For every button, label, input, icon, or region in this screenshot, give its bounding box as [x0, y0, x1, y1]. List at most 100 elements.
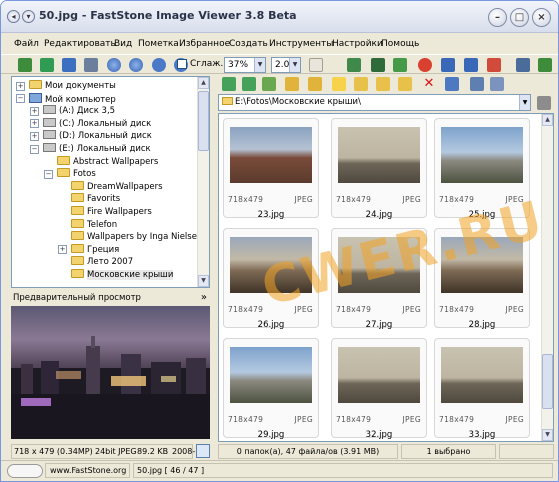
- collapse-icon[interactable]: −: [30, 144, 39, 154]
- menu-settings[interactable]: Настройки: [332, 39, 383, 49]
- tree-item[interactable]: Лето 2007: [71, 256, 133, 268]
- select-all-icon[interactable]: [445, 77, 459, 91]
- thumbnail[interactable]: 718x479 JPEG: [331, 118, 427, 218]
- browse-icon[interactable]: [40, 58, 54, 72]
- scroll-thumb[interactable]: [542, 354, 553, 409]
- collapse-icon[interactable]: »: [201, 291, 207, 305]
- copy-to-icon[interactable]: [354, 77, 368, 91]
- expand-icon[interactable]: +: [58, 245, 67, 255]
- tree-item[interactable]: Fire Wallpapers: [71, 206, 152, 218]
- chevron-down-icon[interactable]: ▼: [519, 95, 530, 110]
- favorite-icon[interactable]: [332, 77, 346, 91]
- layout-icon[interactable]: [516, 58, 530, 72]
- tree-item[interactable]: Favorits: [71, 193, 120, 205]
- tree-item[interactable]: Telefon: [71, 218, 117, 231]
- delete-icon[interactable]: ✕: [422, 77, 436, 91]
- hard-drive-icon: [43, 117, 56, 127]
- hard-drive-icon: [43, 130, 56, 140]
- zoom-select[interactable]: 37% ▼: [224, 57, 266, 73]
- tree-item[interactable]: DreamWallpapers: [71, 180, 163, 193]
- tree-item[interactable]: Мой компьютер: [29, 92, 116, 105]
- scroll-up-icon[interactable]: ▲: [542, 114, 553, 126]
- zoom-in-icon[interactable]: [152, 58, 166, 72]
- minimize-button[interactable]: –: [488, 8, 507, 27]
- maximize-button[interactable]: □: [510, 8, 529, 27]
- grid-scrollbar[interactable]: ▲ ▼: [541, 114, 553, 441]
- new-folder-icon[interactable]: [285, 77, 299, 91]
- scroll-up-icon[interactable]: ▲: [198, 77, 209, 89]
- collapse-icon[interactable]: −: [16, 94, 25, 104]
- collapse-icon[interactable]: −: [44, 169, 53, 179]
- tree-item[interactable]: Wallpapers by Inga Nielsen #1: [71, 231, 209, 243]
- rotate-left-icon[interactable]: [441, 58, 455, 72]
- list-view-icon[interactable]: [490, 77, 504, 91]
- forward-icon[interactable]: [242, 77, 256, 91]
- system-menu-icon[interactable]: ▾: [22, 10, 35, 23]
- menu-help[interactable]: Помощь: [381, 39, 419, 49]
- refresh-icon[interactable]: [308, 77, 322, 91]
- zoom-step-select[interactable]: 2.0 ▼: [271, 57, 301, 73]
- menu-favorites[interactable]: Избранное: [179, 39, 230, 49]
- tree-item[interactable]: Abstract Wallpapers: [57, 155, 158, 168]
- tree-item[interactable]: (C:) Локальный диск: [43, 117, 151, 130]
- expand-icon[interactable]: +: [16, 81, 25, 91]
- thumbnail-format: JPEG: [402, 195, 421, 204]
- menu-tag[interactable]: Пометка: [138, 39, 179, 49]
- folder-icon: [71, 218, 84, 228]
- close-button[interactable]: ×: [532, 8, 551, 27]
- thumbnail[interactable]: 718x479 JPEG: [331, 338, 427, 438]
- scroll-thumb[interactable]: [198, 91, 209, 151]
- prev-image-icon[interactable]: [107, 58, 121, 72]
- print-icon[interactable]: [84, 58, 98, 72]
- tree-scrollbar[interactable]: ▲ ▼: [197, 77, 209, 287]
- rotate-right-icon[interactable]: [464, 58, 478, 72]
- app-menu-icon[interactable]: ◂: [7, 10, 20, 23]
- thumbnail-image: [338, 347, 420, 403]
- fit-preview-icon[interactable]: [196, 444, 210, 458]
- tree-item[interactable]: (D:) Локальный диск: [43, 130, 152, 142]
- expand-icon[interactable]: +: [30, 119, 39, 129]
- next-image-icon[interactable]: [129, 58, 143, 72]
- fit-icon[interactable]: [347, 58, 361, 72]
- fullscreen-icon[interactable]: [538, 58, 552, 72]
- move-to-icon[interactable]: [376, 77, 390, 91]
- red-eye-icon[interactable]: [418, 58, 432, 72]
- path-input[interactable]: E:\Fotos\Московские крыши\ ▼: [218, 94, 531, 111]
- filter-icon[interactable]: [537, 96, 551, 110]
- back-icon[interactable]: [222, 77, 236, 91]
- menu-create[interactable]: Создать: [229, 39, 268, 49]
- save-icon[interactable]: [62, 58, 76, 72]
- tree-item[interactable]: (A:) Диск 3,5: [43, 105, 115, 117]
- tree-item[interactable]: Fotos: [57, 168, 96, 180]
- bottom-bar: www.FastStone.org 50.jpg [ 46 / 47 ]: [1, 460, 558, 481]
- tree-item-label: (A:) Диск 3,5: [59, 106, 116, 117]
- hand-tool-icon[interactable]: [309, 58, 323, 72]
- menu-view[interactable]: Вид: [114, 39, 132, 49]
- email-icon[interactable]: [487, 58, 501, 72]
- thumbnail-view-icon[interactable]: [470, 77, 484, 91]
- up-folder-icon[interactable]: [262, 77, 276, 91]
- menu-file[interactable]: Файл: [14, 39, 39, 49]
- expand-icon[interactable]: +: [30, 131, 39, 141]
- thumbnail[interactable]: 718x479 JPEG: [223, 338, 319, 438]
- expand-icon[interactable]: +: [30, 106, 39, 116]
- rename-icon[interactable]: [398, 77, 412, 91]
- tree-item[interactable]: Мои документы: [29, 80, 116, 92]
- status-extra: [499, 444, 554, 459]
- site-link[interactable]: www.FastStone.org: [45, 463, 130, 478]
- thumbnail[interactable]: 718x479 JPEG: [223, 118, 319, 218]
- menu-tools[interactable]: Инструменты: [269, 39, 333, 49]
- tree-item[interactable]: (E:) Локальный диск: [43, 143, 151, 155]
- crop-icon[interactable]: [371, 58, 385, 72]
- smooth-checkbox[interactable]: [177, 59, 187, 69]
- open-icon[interactable]: [18, 58, 32, 72]
- tree-item[interactable]: Московские крыши: [71, 269, 174, 281]
- thumbnail[interactable]: 718x479 JPEG: [434, 338, 530, 438]
- scroll-down-icon[interactable]: ▼: [542, 429, 553, 441]
- menu-edit[interactable]: Редактировать: [44, 39, 116, 49]
- scroll-down-icon[interactable]: ▼: [198, 275, 209, 287]
- folder-tree[interactable]: + Мои документы − Мой компьютер + (A:) Диск 3…: [11, 76, 210, 288]
- thumbnail-caption: 29.jpg: [257, 430, 285, 440]
- tree-item[interactable]: Греция: [71, 243, 119, 256]
- resize-icon[interactable]: [393, 58, 407, 72]
